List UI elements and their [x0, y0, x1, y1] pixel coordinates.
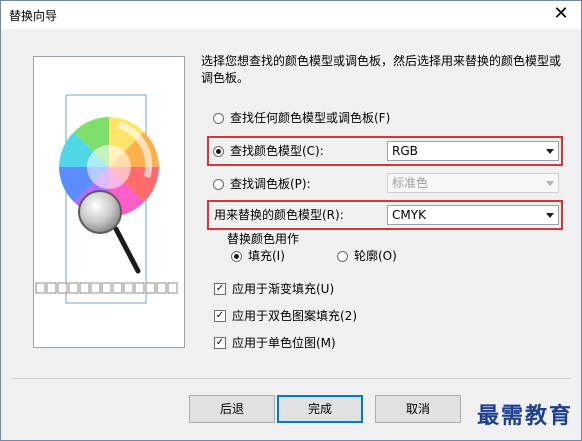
checkbox-mono-label: 应用于单色位图(M) — [232, 336, 336, 350]
find-palette-value: 标准色 — [392, 176, 429, 190]
radio-any-label: 查找任何颜色模型或调色板(F) — [230, 111, 391, 125]
checkbox-checked[interactable]: ✓ — [214, 337, 226, 349]
close-icon[interactable]: ✕ — [551, 4, 571, 24]
radio-button[interactable] — [213, 178, 224, 190]
watermark-logo: 最需教育 — [476, 403, 573, 429]
replace-model-row: 用来替换的颜色模型(R): — [214, 206, 344, 224]
radio-button[interactable] — [213, 112, 224, 124]
radio-outline[interactable]: 轮廓(O) — [337, 247, 397, 265]
radio-find-model[interactable]: 查找颜色模型(C): — [213, 142, 324, 160]
preview-illustration — [33, 56, 185, 348]
instruction-text: 选择您想查找的颜色模型或调色板，然后选择用来替换的颜色模型或调色板。 — [201, 54, 562, 85]
finish-button[interactable]: 完成 — [277, 395, 363, 423]
radio-find-palette[interactable]: 查找调色板(P): — [213, 175, 311, 193]
replace-wizard-dialog: 替换向导 ✕ 选择您想查找的颜色模型或调色板，然后选择用来替换的颜色模型或调色板… — [0, 0, 582, 441]
color-wheel-magnifier-icon — [35, 94, 178, 304]
checkbox-checked[interactable]: ✓ — [214, 310, 226, 322]
checkbox-checked[interactable]: ✓ — [214, 283, 226, 295]
radio-model-label: 查找颜色模型(C): — [230, 144, 324, 158]
checkbox-two-color-fill[interactable]: ✓ 应用于双色图案填充(2) — [214, 307, 357, 325]
back-button[interactable]: 后退 — [189, 395, 275, 423]
replace-as-group-label: 替换颜色用作 — [227, 232, 300, 246]
window-title: 替换向导 — [9, 9, 58, 23]
checkbox-gradient-fill[interactable]: ✓ 应用于渐变填充(U) — [214, 280, 334, 298]
checkbox-two-color-label: 应用于双色图案填充(2) — [232, 309, 357, 323]
radio-button-selected[interactable] — [213, 145, 224, 157]
radio-button-selected[interactable] — [231, 250, 242, 262]
find-model-value: RGB — [392, 144, 418, 158]
cancel-button[interactable]: 取消 — [375, 395, 461, 423]
replace-model-label: 用来替换的颜色模型(R): — [214, 208, 344, 222]
chevron-down-icon — [546, 149, 554, 154]
replace-model-dropdown[interactable]: CMYK — [387, 205, 559, 225]
find-model-dropdown[interactable]: RGB — [387, 141, 559, 161]
chevron-down-icon — [546, 213, 554, 218]
radio-button[interactable] — [337, 250, 348, 262]
radio-fill-label: 填充(I) — [248, 249, 285, 263]
title-bar: 替换向导 ✕ — [1, 1, 581, 29]
divider — [11, 378, 571, 379]
radio-outline-label: 轮廓(O) — [354, 249, 397, 263]
chevron-down-icon — [546, 181, 554, 186]
radio-fill[interactable]: 填充(I) — [231, 247, 285, 265]
checkbox-gradient-label: 应用于渐变填充(U) — [232, 282, 335, 296]
find-palette-dropdown: 标准色 — [387, 173, 559, 193]
replace-model-value: CMYK — [392, 208, 426, 222]
radio-any-model[interactable]: 查找任何颜色模型或调色板(F) — [213, 109, 390, 127]
radio-palette-label: 查找调色板(P): — [230, 177, 311, 191]
checkbox-mono-bitmap[interactable]: ✓ 应用于单色位图(M) — [214, 334, 336, 352]
